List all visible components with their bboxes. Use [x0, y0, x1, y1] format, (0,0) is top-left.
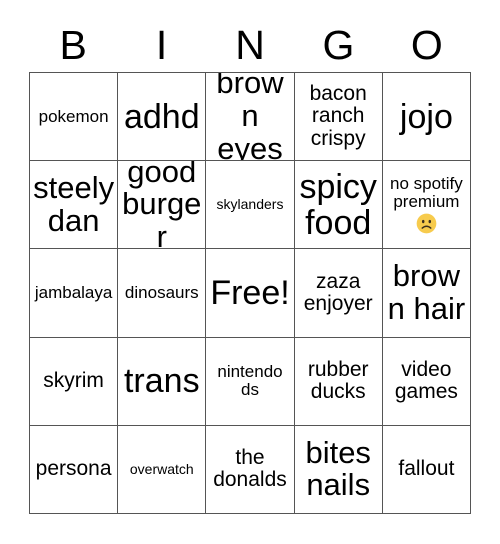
header-letter-b: B — [59, 21, 87, 68]
bingo-cell[interactable]: overwatch — [118, 425, 207, 514]
bingo-cell-label: skyrim — [43, 369, 104, 393]
header-letter-g: G — [322, 21, 355, 68]
bingo-cell[interactable]: jambalaya — [30, 249, 119, 338]
bingo-cell[interactable]: brown eyes — [206, 73, 295, 162]
bingo-header-row: B I N G O — [29, 18, 471, 72]
bingo-cell-label: pokemon — [38, 106, 109, 126]
bingo-cell-label: bites nails — [305, 434, 371, 503]
bingo-cell-label: skylanders — [216, 196, 284, 213]
bingo-cell[interactable]: nintendo ds — [206, 337, 295, 426]
bingo-cell-label: brown hair — [387, 258, 466, 326]
bingo-cell-label: good burger — [122, 161, 202, 250]
bingo-cell[interactable]: adhd — [118, 73, 207, 162]
header-letter-o: O — [410, 21, 443, 68]
bingo-cell-label: no spotify premium — [390, 174, 463, 212]
bingo-cell-label: overwatch — [129, 460, 194, 477]
bingo-cell[interactable]: brown hair — [382, 249, 471, 338]
bingo-cell[interactable]: no spotify premium — [382, 161, 471, 250]
bingo-cell-label: video games — [394, 357, 458, 404]
bingo-cell-label: jambalaya — [34, 282, 113, 302]
bingo-cell-label: steely dan — [33, 169, 115, 238]
bingo-cell[interactable]: good burger — [118, 161, 207, 250]
bingo-cell[interactable]: steely dan — [30, 161, 119, 250]
bingo-cell[interactable]: bites nails — [294, 425, 383, 514]
header-letter-i: I — [155, 21, 168, 68]
bingo-free-label: Free! — [210, 273, 290, 312]
bingo-cell-label: the donalds — [213, 446, 287, 492]
bingo-cell-free[interactable]: Free! — [206, 249, 295, 338]
bingo-cell-label: jojo — [399, 97, 453, 136]
bingo-cell[interactable]: the donalds — [206, 425, 295, 514]
bingo-cell-label: rubber ducks — [307, 357, 369, 404]
bingo-cell[interactable]: skyrim — [30, 337, 119, 426]
bingo-cell-label: persona — [35, 457, 112, 481]
bingo-cell[interactable]: dinosaurs — [118, 249, 207, 338]
bingo-cell-label: adhd — [123, 97, 200, 136]
frowning-face-icon — [416, 213, 437, 234]
bingo-cell[interactable]: pokemon — [30, 73, 119, 162]
bingo-cell[interactable]: video games — [382, 337, 471, 426]
bingo-cell[interactable]: fallout — [382, 425, 471, 514]
bingo-cell[interactable]: jojo — [382, 73, 471, 162]
bingo-cell-label: nintendo ds — [217, 362, 283, 400]
bingo-cell[interactable]: persona — [30, 425, 119, 514]
bingo-cell[interactable]: skylanders — [206, 161, 295, 250]
bingo-cell[interactable]: bacon ranch crispy — [294, 73, 383, 162]
bingo-cell-label: trans — [123, 362, 200, 401]
bingo-cell[interactable]: spicy food — [294, 161, 383, 250]
bingo-cell[interactable]: rubber ducks — [294, 337, 383, 426]
bingo-cell-label: brown eyes — [216, 73, 284, 162]
bingo-cell-label: dinosaurs — [124, 282, 199, 302]
bingo-grid: pokemon adhd brown eyes bacon ranch cris… — [29, 72, 471, 514]
bingo-cell-label: spicy food — [299, 167, 377, 242]
bingo-cell-label: zaza enjoyer — [303, 269, 373, 315]
bingo-card: B I N G O pokemon adhd brown eyes bacon … — [0, 0, 500, 544]
header-letter-n: N — [235, 21, 265, 68]
bingo-cell-label: bacon ranch crispy — [309, 82, 367, 150]
bingo-cell[interactable]: zaza enjoyer — [294, 249, 383, 338]
bingo-cell[interactable]: trans — [118, 337, 207, 426]
bingo-cell-label: fallout — [398, 457, 455, 481]
